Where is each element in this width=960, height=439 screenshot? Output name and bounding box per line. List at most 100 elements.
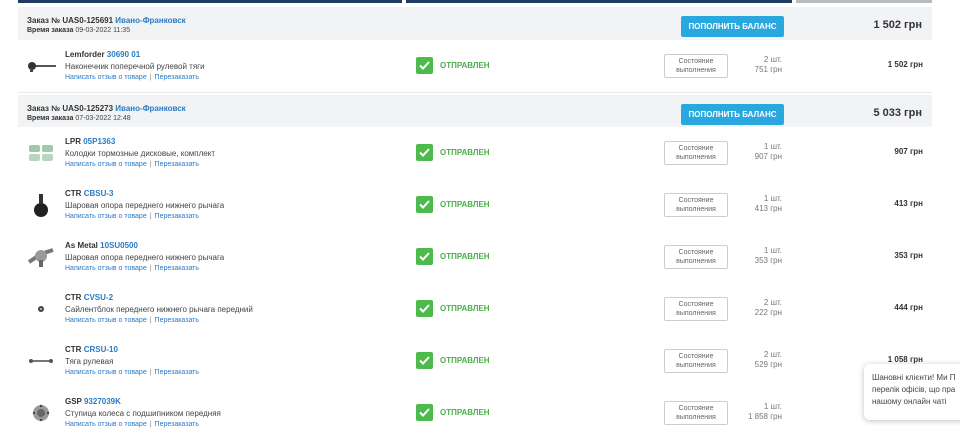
tie-rod-end-icon <box>26 54 56 78</box>
fulfillment-status-button[interactable]: Состояние выполнения <box>664 193 728 217</box>
status-label: ОТПРАВЛЕН <box>440 200 490 209</box>
item-description: Колодки тормозные дисковые, комплект <box>65 149 215 158</box>
order-city-link[interactable]: Ивано-Франковск <box>115 16 185 25</box>
status-label: ОТПРАВЛЕН <box>440 148 490 157</box>
item-code-link[interactable]: CRSU-10 <box>84 345 118 354</box>
item-links: Написать отзыв о товаре | Перезаказать <box>65 317 200 324</box>
item-title: CTR CBSU-3 <box>65 189 114 198</box>
order-item-row: As Metal 10SU0500 Шаровая опора переднег… <box>18 231 932 284</box>
tie-rod-icon <box>26 349 56 373</box>
write-review-link[interactable]: Написать отзыв о товаре <box>65 265 147 272</box>
item-title: Lemforder 30690 01 <box>65 50 141 59</box>
top-border-segment <box>18 0 402 3</box>
order-number: Заказ № UAS0-125273 Ивано-Франковск <box>27 104 186 113</box>
write-review-link[interactable]: Написать отзыв о товаре <box>65 421 147 428</box>
item-price: 907 грн <box>894 147 923 156</box>
status-label: ОТПРАВЛЕН <box>440 304 490 313</box>
status-label: ОТПРАВЛЕН <box>440 408 490 417</box>
item-title: CTR CVSU-2 <box>65 293 114 302</box>
status-label: ОТПРАВЛЕН <box>440 61 490 70</box>
item-links: Написать отзыв о товаре | Перезаказать <box>65 161 200 168</box>
item-price: 1 502 грн <box>887 60 923 69</box>
write-review-link[interactable]: Написать отзыв о товаре <box>65 213 147 220</box>
item-description: Ступица колеса с подшипником передняя <box>65 409 221 418</box>
fulfillment-status-button[interactable]: Состояние выполнения <box>664 349 728 373</box>
item-description: Сайлентблок переднего нижнего рычага пер… <box>65 305 253 314</box>
checkmark-icon <box>416 144 433 161</box>
status-badge: ОТПРАВЛЕН <box>416 144 490 161</box>
item-code-link[interactable]: 05P1363 <box>83 137 115 146</box>
item-title: As Metal 10SU0500 <box>65 241 138 250</box>
chat-message-line: перелік офісів, що пра <box>872 385 956 394</box>
status-badge: ОТПРАВЛЕН <box>416 196 490 213</box>
ball-joint-icon <box>26 193 56 217</box>
item-quantity: 1 шт. 353 грн <box>754 246 782 265</box>
item-links: Написать отзыв о товаре | Перезаказать <box>65 265 200 272</box>
item-quantity: 1 шт. 907 грн <box>754 142 782 161</box>
fulfillment-status-button[interactable]: Состояние выполнения <box>664 401 728 425</box>
top-border-segment <box>796 0 932 3</box>
reorder-link[interactable]: Перезаказать <box>155 369 200 376</box>
item-links: Написать отзыв о товаре | Перезаказать <box>65 421 200 428</box>
order-item-row: GSP 9327039K Ступица колеса с подшипнико… <box>18 387 932 439</box>
item-description: Шаровая опора переднего нижнего рычага <box>65 201 225 210</box>
item-quantity: 2 шт. 751 грн <box>754 55 782 74</box>
chat-message-line: нашому онлайн чаті <box>872 397 947 406</box>
checkmark-icon <box>416 352 433 369</box>
order-item-row: CTR CRSU-10 Тяга рулевая Написать отзыв … <box>18 335 932 388</box>
brake-pads-icon <box>26 141 56 165</box>
order-item-row: CTR CVSU-2 Сайлентблок переднего нижнего… <box>18 283 932 336</box>
order-total: 1 502 грн <box>873 19 922 31</box>
top-border <box>18 0 932 3</box>
order-city-link[interactable]: Ивано-Франковск <box>115 104 185 113</box>
status-badge: ОТПРАВЛЕН <box>416 352 490 369</box>
top-border-segment <box>406 0 792 3</box>
item-links: Написать отзыв о товаре | Перезаказать <box>65 213 200 220</box>
order-item-row: LPR 05P1363 Колодки тормозные дисковые, … <box>18 127 932 180</box>
item-code-link[interactable]: 10SU0500 <box>100 241 138 250</box>
status-badge: ОТПРАВЛЕН <box>416 248 490 265</box>
item-quantity: 2 шт. 529 грн <box>754 350 782 369</box>
reorder-link[interactable]: Перезаказать <box>155 161 200 168</box>
reorder-link[interactable]: Перезаказать <box>155 213 200 220</box>
write-review-link[interactable]: Написать отзыв о товаре <box>65 369 147 376</box>
item-description: Наконечник поперечной рулевой тяги <box>65 62 205 71</box>
fulfillment-status-button[interactable]: Состояние выполнения <box>664 54 728 78</box>
checkmark-icon <box>416 404 433 421</box>
reorder-link[interactable]: Перезаказать <box>155 421 200 428</box>
checkmark-icon <box>416 248 433 265</box>
item-title: GSP 9327039K <box>65 397 121 406</box>
reorder-link[interactable]: Перезаказать <box>155 74 200 81</box>
reorder-link[interactable]: Перезаказать <box>155 265 200 272</box>
status-label: ОТПРАВЛЕН <box>440 252 490 261</box>
order-total: 5 033 грн <box>873 107 922 119</box>
item-links: Написать отзыв о товаре | Перезаказать <box>65 74 200 81</box>
item-quantity: 2 шт. 222 грн <box>754 298 782 317</box>
item-title: LPR 05P1363 <box>65 137 116 146</box>
item-code-link[interactable]: 9327039K <box>84 397 121 406</box>
item-price: 413 грн <box>894 199 923 208</box>
checkmark-icon <box>416 196 433 213</box>
write-review-link[interactable]: Написать отзыв о товаре <box>65 161 147 168</box>
item-links: Написать отзыв о товаре | Перезаказать <box>65 369 200 376</box>
fulfillment-status-button[interactable]: Состояние выполнения <box>664 245 728 269</box>
checkmark-icon <box>416 300 433 317</box>
item-code-link[interactable]: 30690 01 <box>107 50 140 59</box>
item-title: CTR CRSU-10 <box>65 345 118 354</box>
order-item-row: CTR CBSU-3 Шаровая опора переднего нижне… <box>18 179 932 232</box>
write-review-link[interactable]: Написать отзыв о товаре <box>65 74 147 81</box>
reorder-link[interactable]: Перезаказать <box>155 317 200 324</box>
write-review-link[interactable]: Написать отзыв о товаре <box>65 317 147 324</box>
fulfillment-status-button[interactable]: Состояние выполнения <box>664 141 728 165</box>
topup-balance-button[interactable]: ПОПОЛНИТЬ БАЛАНС <box>681 104 784 125</box>
status-badge: ОТПРАВЛЕН <box>416 300 490 317</box>
topup-balance-button[interactable]: ПОПОЛНИТЬ БАЛАНС <box>681 16 784 37</box>
item-description: Шаровая опора переднего нижнего рычага <box>65 253 225 262</box>
item-description: Тяга рулевая <box>65 357 114 366</box>
fulfillment-status-button[interactable]: Состояние выполнения <box>664 297 728 321</box>
ball-joint-icon <box>26 245 56 269</box>
chat-popup[interactable]: Шановні клієнти! Ми П перелік офісів, що… <box>864 364 960 420</box>
item-code-link[interactable]: CBSU-3 <box>84 189 114 198</box>
item-code-link[interactable]: CVSU-2 <box>84 293 113 302</box>
order-time: Время заказа 07-03-2022 12:48 <box>27 115 131 122</box>
